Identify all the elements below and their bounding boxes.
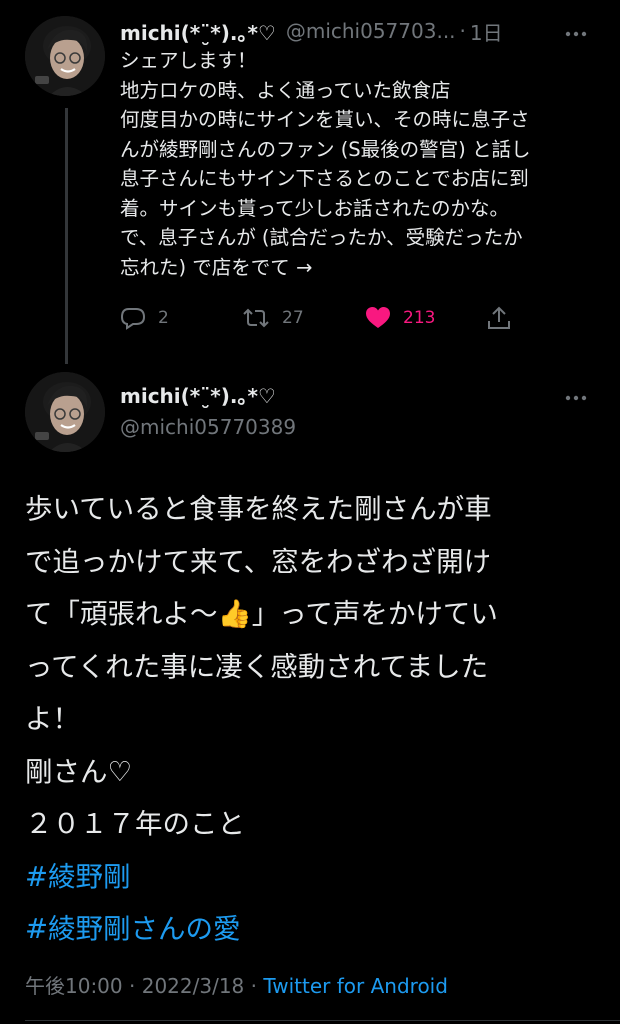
avatar[interactable] xyxy=(25,372,105,452)
text-line: 着。サインも貰って少しお話されたのかな。 xyxy=(120,196,510,220)
action-bar: 2 27 213 xyxy=(120,300,520,336)
source-link[interactable]: Twitter for Android xyxy=(263,974,448,998)
separator: · xyxy=(459,19,466,43)
like-button[interactable]: 213 xyxy=(365,300,435,336)
main-tweet-text: 歩いていると食事を終えた剛さんが車 で追っかけて来て、窓をわざわざ開け て「頑張… xyxy=(25,483,605,956)
hashtag-link[interactable]: #綾野剛さんの愛 xyxy=(25,903,605,956)
text-line: ２０１７年のこと xyxy=(25,808,245,840)
reply-icon xyxy=(120,308,146,330)
heart-icon xyxy=(366,307,390,328)
retweet-count: 27 xyxy=(282,308,304,328)
share-button[interactable] xyxy=(486,300,524,336)
like-count: 213 xyxy=(403,308,436,328)
retweet-button[interactable]: 27 xyxy=(242,300,304,336)
main-tweet-header: michi(*¨̮*).｡*♡ @michi05770389 xyxy=(120,380,560,442)
avatar[interactable] xyxy=(25,16,105,96)
share-icon xyxy=(488,306,510,329)
text-line: 息子さんにもサイン下さるとのことでお店に到 xyxy=(120,167,529,190)
text-line: て「頑張れよ〜👍」って声をかけてい xyxy=(25,598,498,630)
text-line: 何度目かの時にサインを貰い、その時に息子さ xyxy=(120,108,530,131)
avatar-photo xyxy=(25,372,105,452)
text-line: 忘れた) で店をでて → xyxy=(120,255,313,279)
retweet-icon xyxy=(243,308,269,328)
text-line: 剛さん♡ xyxy=(25,755,133,788)
more-icon[interactable] xyxy=(564,22,588,46)
tweet-time[interactable]: 1日 xyxy=(470,17,503,46)
user-handle[interactable]: @michi05770389 xyxy=(120,412,560,442)
tweet-meta: 午後10:00 · 2022/3/18 · Twitter for Androi… xyxy=(25,970,448,1002)
text-line: シェアします！ xyxy=(120,49,257,72)
reply-tweet-header: michi(*¨̮*).｡*♡ @michi057703... · 1日 xyxy=(120,16,560,46)
separator: · xyxy=(122,974,142,998)
user-handle[interactable]: @michi057703... xyxy=(286,19,456,43)
text-line: よ！ xyxy=(25,703,80,735)
display-name[interactable]: michi(*¨̮*).｡*♡ xyxy=(120,17,276,46)
avatar-photo xyxy=(25,16,105,96)
tweet-time[interactable]: 午後10:00 xyxy=(25,974,123,998)
more-icon[interactable] xyxy=(564,386,588,410)
divider xyxy=(25,1020,620,1021)
separator: · xyxy=(244,974,264,998)
display-name[interactable]: michi(*¨̮*).｡*♡ xyxy=(120,380,560,412)
text-line: 歩いていると食事を終えた剛さんが車 xyxy=(25,493,492,525)
text-line: で、息子さんが (試合だったか、受験だったか xyxy=(120,226,523,249)
tweet-date[interactable]: 2022/3/18 xyxy=(142,974,245,998)
reply-tweet-text: シェアします！ 地方ロケの時、よく通っていた飲食店 何度目かの時にサインを貰い、… xyxy=(120,46,590,282)
hashtag-link[interactable]: #綾野剛 xyxy=(25,851,605,904)
text-line: 地方ロケの時、よく通っていた飲食店 xyxy=(120,78,451,102)
text-line: んが綾野剛さんのファン (S最後の警官) と話し xyxy=(120,137,531,161)
text-line: で追っかけて来て、窓をわざわざ開け xyxy=(25,545,492,578)
thread-line xyxy=(65,108,68,364)
reply-button[interactable]: 2 xyxy=(120,300,169,336)
text-line: ってくれた事に凄く感動されてました xyxy=(25,650,489,683)
reply-count: 2 xyxy=(158,308,169,328)
